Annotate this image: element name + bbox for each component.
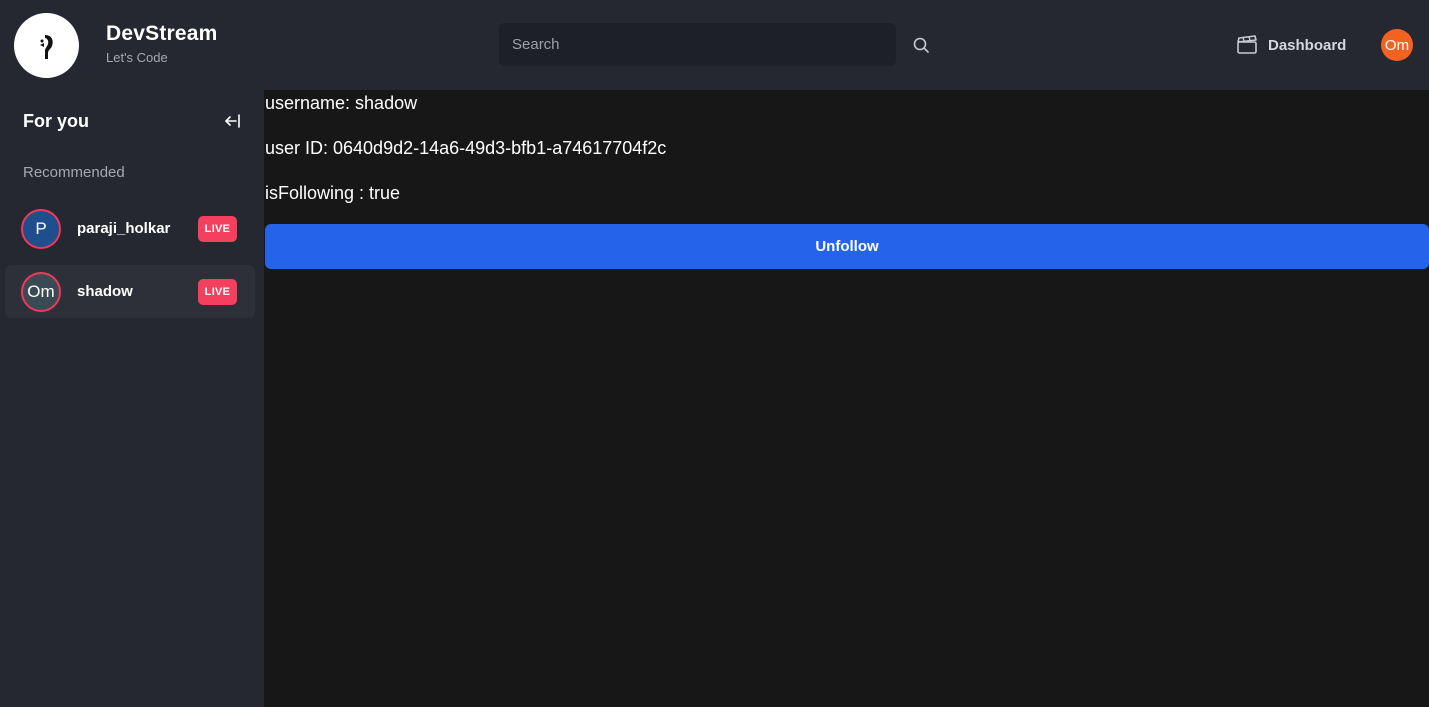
dashboard-label: Dashboard [1268, 36, 1347, 54]
search-input[interactable] [499, 23, 896, 66]
username: shadow [77, 283, 133, 300]
logo-icon [39, 34, 53, 59]
dashboard-link[interactable]: Dashboard [1236, 32, 1346, 58]
sidebar-header: For you [23, 110, 243, 132]
avatar: Om [21, 271, 61, 312]
search-box [499, 23, 896, 66]
arrow-left-to-line-icon [225, 114, 240, 128]
recommended-user-item[interactable]: Om shadow LIVE [5, 265, 255, 318]
sidebar: For you Recommended P paraji_holkar LIVE… [0, 90, 264, 707]
clapperboard-icon [1237, 35, 1257, 54]
sidebar-title: For you [23, 110, 89, 131]
avatar: P [21, 208, 61, 249]
unfollow-button[interactable]: Unfollow [265, 224, 1429, 269]
brand: DevStream Let's Code [106, 22, 218, 65]
recommended-label: Recommended [23, 164, 125, 181]
search-button[interactable] [909, 33, 933, 57]
search-icon [913, 37, 929, 53]
brand-subtitle: Let's Code [106, 50, 168, 65]
top-navbar: DevStream Let's Code Dashboard Om [0, 0, 1429, 90]
live-badge: LIVE [198, 215, 237, 242]
app-logo[interactable] [14, 13, 79, 78]
live-badge: LIVE [198, 278, 237, 305]
is-following-text: isFollowing : true [265, 183, 401, 203]
recommended-user-item[interactable]: P paraji_holkar LIVE [5, 202, 255, 255]
collapse-sidebar-button[interactable] [223, 111, 243, 131]
main-content: username: shadow user ID: 0640d9d2-14a6-… [265, 90, 1429, 707]
username-text: username: shadow [265, 93, 418, 113]
username: paraji_holkar [77, 220, 171, 237]
brand-title: DevStream [106, 22, 218, 45]
user-id-text: user ID: 0640d9d2-14a6-49d3-bfb1-a746177… [265, 138, 667, 158]
user-avatar[interactable]: Om [1381, 29, 1413, 61]
